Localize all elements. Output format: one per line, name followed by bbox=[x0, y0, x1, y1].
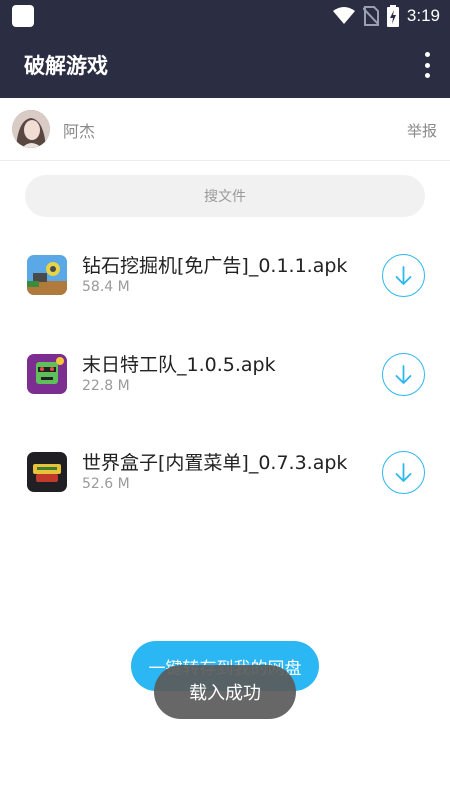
no-sim-icon bbox=[362, 6, 379, 26]
file-name: 钻石挖掘机[免广告]_0.1.1.apk bbox=[82, 255, 348, 277]
file-size: 22.8 M bbox=[82, 378, 130, 394]
file-item[interactable]: 末日特工队_1.0.5.apk 22.8 M bbox=[0, 334, 450, 414]
zombie-agent-game-icon bbox=[27, 354, 67, 394]
report-link[interactable]: 举报 bbox=[407, 120, 437, 141]
download-icon bbox=[395, 365, 412, 384]
file-name: 末日特工队_1.0.5.apk bbox=[82, 354, 276, 376]
download-icon bbox=[395, 266, 412, 285]
wifi-icon bbox=[332, 7, 355, 24]
battery-charging-icon bbox=[386, 5, 399, 27]
status-icons: 3:19 bbox=[332, 4, 440, 28]
search-placeholder: 搜文件 bbox=[204, 189, 246, 205]
file-size: 52.6 M bbox=[82, 476, 130, 492]
page-title: 破解游戏 bbox=[24, 54, 108, 78]
download-icon bbox=[395, 463, 412, 482]
more-vert-icon[interactable] bbox=[420, 52, 434, 78]
digger-game-icon bbox=[27, 255, 67, 295]
owner-name: 阿杰 bbox=[63, 122, 96, 141]
download-button[interactable] bbox=[382, 451, 425, 494]
download-button[interactable] bbox=[382, 254, 425, 297]
avatar[interactable] bbox=[12, 110, 50, 148]
file-size: 58.4 M bbox=[82, 279, 130, 295]
status-bar: 3:19 bbox=[0, 0, 450, 32]
app-bar: 破解游戏 bbox=[0, 32, 450, 98]
toast: 载入成功 bbox=[154, 665, 296, 719]
worldbox-game-icon bbox=[27, 452, 67, 492]
share-owner-row: 阿杰 举报 bbox=[0, 98, 450, 161]
status-time: 3:19 bbox=[406, 6, 440, 25]
avatar-image bbox=[12, 110, 50, 148]
search-input[interactable]: 搜文件 bbox=[25, 175, 425, 217]
file-item[interactable]: 钻石挖掘机[免广告]_0.1.1.apk 58.4 M bbox=[0, 235, 450, 315]
file-name: 世界盒子[内置菜单]_0.7.3.apk bbox=[82, 452, 348, 474]
file-item[interactable]: 世界盒子[内置菜单]_0.7.3.apk 52.6 M bbox=[0, 432, 450, 512]
app-notification-icon bbox=[12, 5, 34, 27]
download-button[interactable] bbox=[382, 353, 425, 396]
